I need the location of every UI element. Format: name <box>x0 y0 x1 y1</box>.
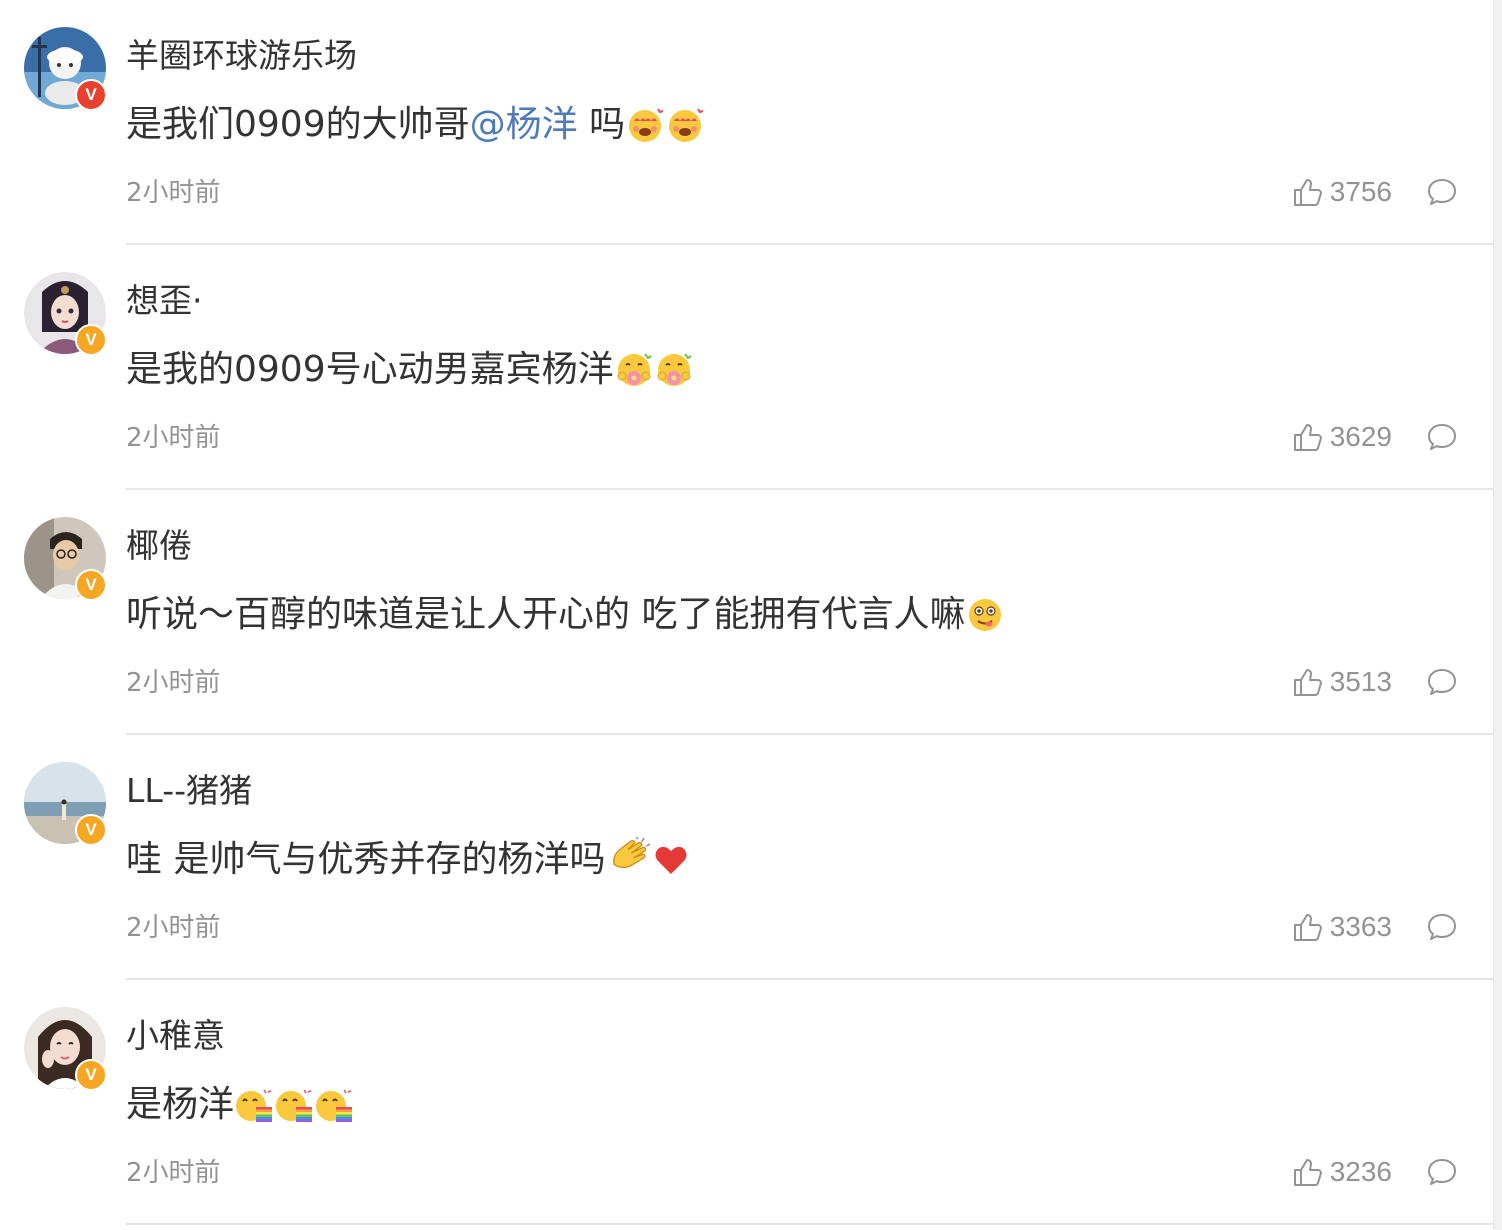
comment-actions: 3363 <box>1292 907 1458 947</box>
thumbs-up-icon <box>1293 669 1322 696</box>
comment-text-tail: 吗 <box>577 104 626 145</box>
avatar[interactable]: V <box>24 517 107 601</box>
username[interactable]: 小稚意 <box>126 1014 225 1058</box>
comment-actions: 3629 <box>1292 417 1458 457</box>
like-button[interactable]: 3756 <box>1292 176 1392 208</box>
comment-text-body: 是我们0909的大帅哥 <box>126 104 470 145</box>
comment-item: V 小稚意 是杨洋 2小时前 3236 <box>0 980 1494 1225</box>
avatar[interactable]: V <box>24 27 107 111</box>
like-button[interactable]: 3513 <box>1292 666 1392 698</box>
reply-button[interactable] <box>1426 1156 1458 1188</box>
comment-bubble-icon <box>1428 1159 1456 1185</box>
thumbs-up-icon <box>1293 424 1322 451</box>
comment-text: 是杨洋 <box>126 1080 354 1130</box>
comment-item: V 椰倦 听说～百醇的味道是让人开心的 吃了能拥有代言人嘛 2小时前 3513 <box>0 490 1494 735</box>
heart-eyes-emoji-icon <box>669 108 704 142</box>
comment-time: 2小时前 <box>126 668 221 698</box>
comment-time: 2小时前 <box>126 178 221 208</box>
comment-bubble-icon <box>1428 179 1456 205</box>
comment-text: 是我的0909号心动男嘉宾杨洋 <box>126 345 694 395</box>
comment-time: 2小时前 <box>126 423 221 453</box>
like-button[interactable]: 3363 <box>1292 911 1392 943</box>
clapping-hands-emoji-icon <box>613 837 651 869</box>
verified-badge-icon: V <box>75 814 107 846</box>
verified-badge-icon: V <box>75 569 107 601</box>
comment-item: V 想歪· 是我的0909号心动男嘉宾杨洋 2小时前 3629 <box>0 245 1494 490</box>
comment-bubble-icon <box>1428 914 1456 940</box>
comment-text: 哇 是帅气与优秀并存的杨洋吗 <box>126 835 691 885</box>
comment-item: V LL--猪猪 哇 是帅气与优秀并存的杨洋吗 2小时前 3363 <box>0 735 1494 980</box>
comment-actions: 3756 <box>1292 172 1458 212</box>
thumbs-up-icon <box>1293 179 1322 206</box>
like-count: 3236 <box>1329 1156 1392 1187</box>
comment-text-body: 是杨洋 <box>126 1084 235 1125</box>
comment-bubble-icon <box>1428 424 1456 450</box>
comment-bubble-icon <box>1428 669 1456 695</box>
verified-badge-icon: V <box>75 1059 107 1091</box>
like-count: 3363 <box>1329 911 1392 942</box>
reply-button[interactable] <box>1426 421 1458 453</box>
verified-badge-icon: V <box>75 79 107 111</box>
comment-text-body: 听说～百醇的味道是让人开心的 吃了能拥有代言人嘛 <box>126 594 966 635</box>
username[interactable]: LL--猪猪 <box>126 769 252 813</box>
comment-actions: 3513 <box>1292 662 1458 702</box>
red-heart-emoji-icon <box>655 846 687 874</box>
flower-hug-emoji-icon <box>657 353 692 386</box>
mention-link[interactable]: @杨洋 <box>470 100 578 150</box>
divider <box>126 1223 1494 1225</box>
thumbs-up-icon <box>1293 914 1322 941</box>
comment-actions: 3236 <box>1292 1152 1458 1192</box>
like-button[interactable]: 3629 <box>1292 421 1392 453</box>
avatar[interactable]: V <box>24 762 107 846</box>
thumbs-up-icon <box>1293 1159 1322 1186</box>
like-count: 3629 <box>1329 421 1392 452</box>
username[interactable]: 羊圈环球游乐场 <box>126 34 357 78</box>
flower-hug-emoji-icon <box>617 353 652 386</box>
comment-item: V 羊圈环球游乐场 是我们0909的大帅哥 @杨洋 吗 2小时前 3756 <box>0 0 1494 245</box>
avatar[interactable]: V <box>24 1007 107 1091</box>
verified-badge-icon: V <box>75 324 107 356</box>
like-count: 3513 <box>1329 666 1392 697</box>
rainbow-vomit-emoji-icon <box>316 1089 353 1122</box>
username[interactable]: 椰倦 <box>126 524 192 568</box>
like-count: 3756 <box>1329 176 1392 207</box>
reply-button[interactable] <box>1426 911 1458 943</box>
comment-text: 是我们0909的大帅哥 @杨洋 吗 <box>126 100 705 150</box>
comment-time: 2小时前 <box>126 1158 221 1188</box>
rainbow-vomit-emoji-icon <box>276 1089 313 1122</box>
avatar[interactable]: V <box>24 272 107 356</box>
reply-button[interactable] <box>1426 176 1458 208</box>
comment-time: 2小时前 <box>126 913 221 943</box>
comment-text: 听说～百醇的味道是让人开心的 吃了能拥有代言人嘛 <box>126 590 1005 640</box>
like-button[interactable]: 3236 <box>1292 1156 1392 1188</box>
comment-text-body: 哇 是帅气与优秀并存的杨洋吗 <box>126 839 606 880</box>
username[interactable]: 想歪· <box>126 279 203 323</box>
comment-text-body: 是我的0909号心动男嘉宾杨洋 <box>126 349 614 390</box>
scrollbar-track[interactable] <box>1493 0 1502 1230</box>
rainbow-vomit-emoji-icon <box>236 1089 273 1122</box>
reply-button[interactable] <box>1426 666 1458 698</box>
yum-emoji-icon <box>969 599 1002 631</box>
heart-eyes-emoji-icon <box>629 108 664 142</box>
